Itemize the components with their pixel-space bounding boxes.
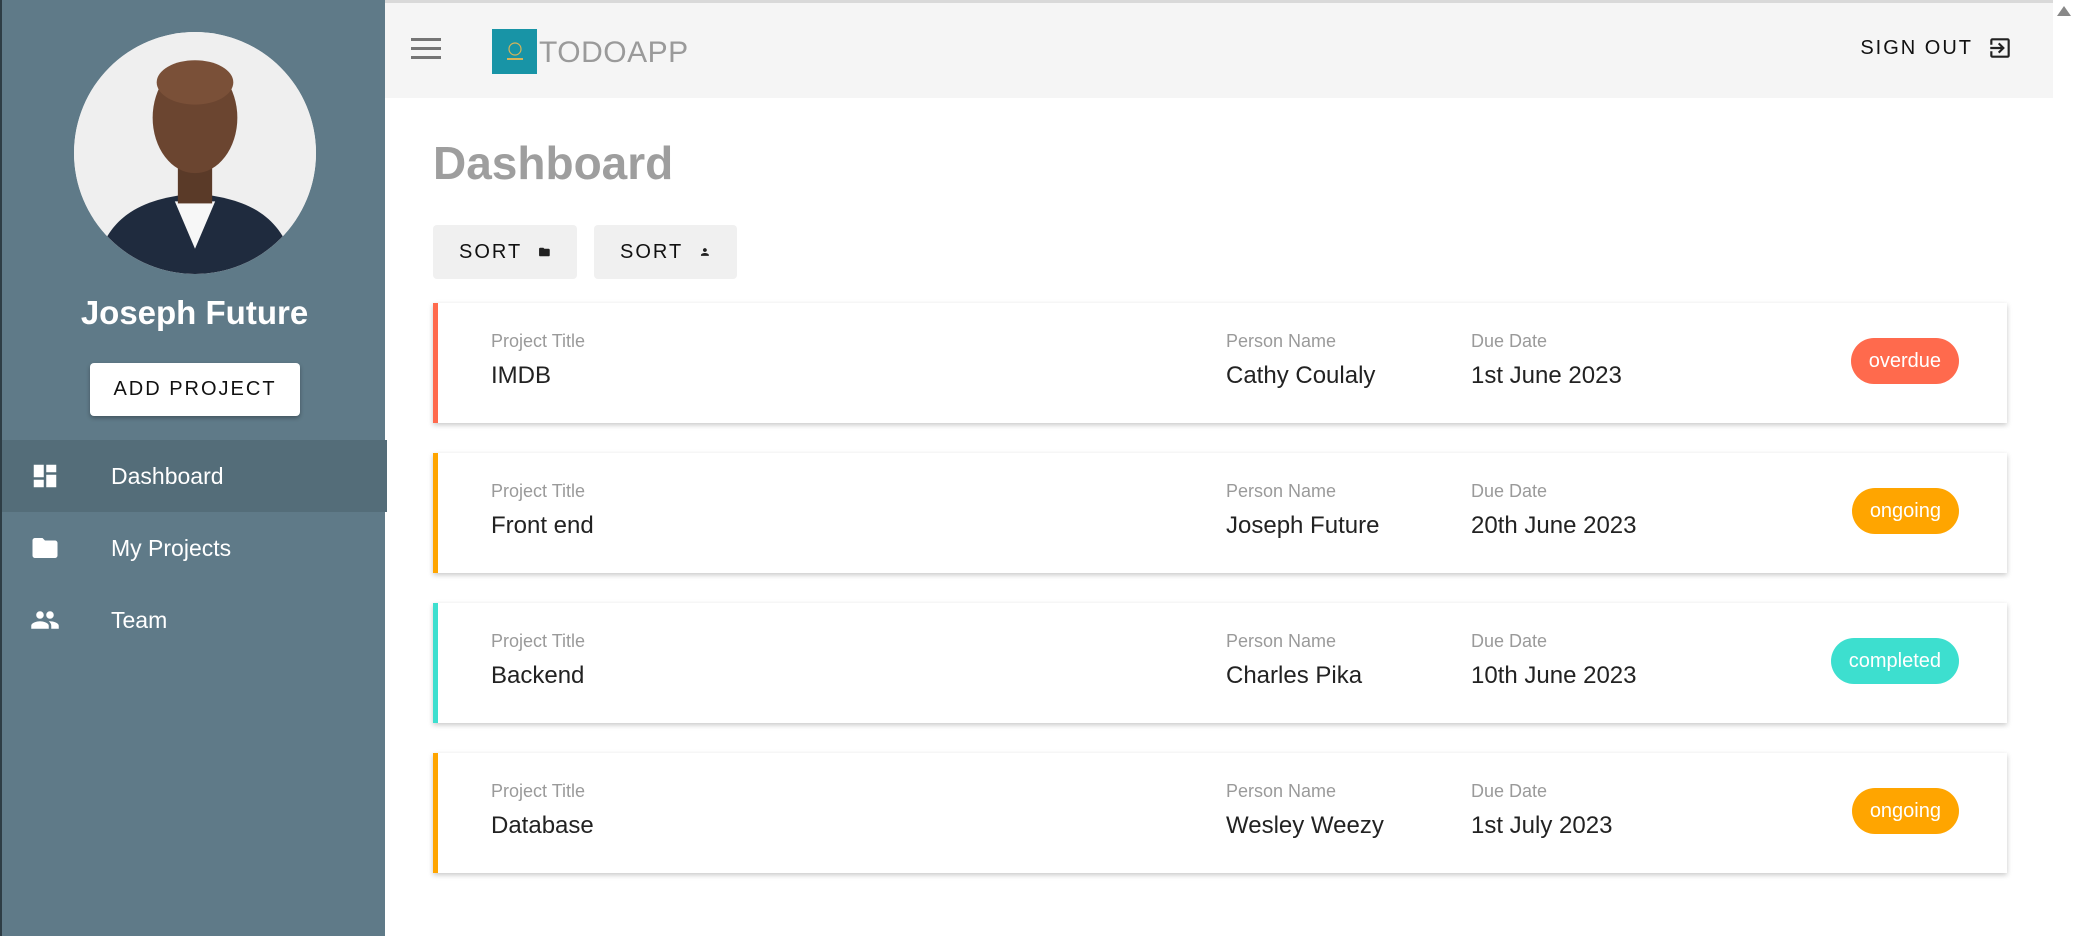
due-date-label: Due Date bbox=[1471, 331, 1548, 351]
user-name: Joseph Future bbox=[80, 294, 309, 331]
project-title-field: Project Title Database bbox=[491, 781, 594, 840]
due-date-field: Due Date 10th June 2023 bbox=[1471, 631, 1636, 690]
sign-out-button[interactable]: SIGN OUT bbox=[1860, 35, 2013, 61]
scroll-up-arrow-icon[interactable] bbox=[2057, 6, 2071, 16]
person-name: Wesley Weezy bbox=[1226, 812, 1384, 839]
sign-out-label: SIGN OUT bbox=[1860, 36, 1973, 59]
project-title: Backend bbox=[491, 662, 585, 689]
status-badge: ongoing bbox=[1851, 488, 1959, 534]
project-card[interactable]: Project Title Front end Person Name Jose… bbox=[433, 453, 2007, 573]
sidebar-item-label: Team bbox=[111, 606, 168, 633]
project-card[interactable]: Project Title Database Person Name Wesle… bbox=[433, 753, 2007, 873]
due-date-label: Due Date bbox=[1471, 481, 1548, 501]
sidebar-item-label: My Projects bbox=[111, 534, 232, 561]
due-date-field: Due Date 20th June 2023 bbox=[1471, 481, 1636, 540]
project-title: Front end bbox=[491, 512, 594, 539]
avatar-image bbox=[74, 32, 316, 274]
sort-label: SORT bbox=[459, 240, 523, 263]
due-date-field: Due Date 1st July 2023 bbox=[1471, 781, 1612, 840]
sort-by-project-button[interactable]: SORT bbox=[433, 225, 577, 279]
brand-name: TODOAPP bbox=[539, 36, 689, 69]
project-title-field: Project Title IMDB bbox=[491, 331, 585, 390]
app-logo bbox=[492, 29, 537, 74]
project-title-label: Project Title bbox=[491, 481, 586, 501]
sidebar-item-my-projects[interactable]: My Projects bbox=[2, 512, 387, 584]
add-project-button[interactable]: ADD PROJECT bbox=[90, 363, 300, 416]
project-title: IMDB bbox=[491, 362, 551, 389]
project-title-label: Project Title bbox=[491, 781, 586, 801]
people-icon bbox=[30, 605, 60, 635]
folder-icon bbox=[30, 533, 60, 563]
person-name-field: Person Name Joseph Future bbox=[1226, 481, 1379, 540]
sort-label: SORT bbox=[620, 240, 684, 263]
project-title-field: Project Title Front end bbox=[491, 481, 594, 540]
status-badge: ongoing bbox=[1851, 788, 1959, 834]
person-name: Joseph Future bbox=[1226, 512, 1380, 539]
sort-by-person-button[interactable]: SORT bbox=[594, 225, 737, 279]
dashboard-icon bbox=[30, 461, 60, 491]
due-date-field: Due Date 1st June 2023 bbox=[1471, 331, 1622, 390]
status-badge: completed bbox=[1830, 638, 1959, 684]
top-app-bar: TODOAPP SIGN OUT bbox=[385, 0, 2053, 98]
sidebar-item-label: Dashboard bbox=[111, 462, 224, 489]
due-date-label: Due Date bbox=[1471, 781, 1548, 801]
person-name-label: Person Name bbox=[1226, 631, 1337, 651]
project-card[interactable]: Project Title IMDB Person Name Cathy Cou… bbox=[433, 303, 2007, 423]
due-date-label: Due Date bbox=[1471, 631, 1548, 651]
logout-icon bbox=[1990, 38, 2010, 58]
sidebar-item-team[interactable]: Team bbox=[2, 584, 387, 656]
person-name-field: Person Name Cathy Coulaly bbox=[1226, 331, 1375, 390]
status-badge: overdue bbox=[1850, 338, 1959, 384]
person-name-field: Person Name Wesley Weezy bbox=[1226, 781, 1384, 840]
due-date: 1st July 2023 bbox=[1471, 812, 1613, 839]
due-date: 10th June 2023 bbox=[1471, 662, 1637, 689]
person-name: Cathy Coulaly bbox=[1226, 362, 1376, 389]
sidebar-nav: Dashboard My Projects Team bbox=[2, 440, 387, 656]
sidebar: Joseph Future ADD PROJECT Dashboard My P… bbox=[0, 0, 387, 936]
person-name: Charles Pika bbox=[1226, 662, 1363, 689]
project-title: Database bbox=[491, 812, 594, 839]
project-card[interactable]: Project Title Backend Person Name Charle… bbox=[433, 603, 2007, 723]
person-icon bbox=[701, 248, 710, 256]
due-date: 20th June 2023 bbox=[1471, 512, 1637, 539]
scrollbar[interactable] bbox=[2053, 0, 2074, 936]
due-date: 1st June 2023 bbox=[1471, 362, 1622, 389]
folder-icon bbox=[539, 247, 550, 257]
logo-icon bbox=[506, 41, 523, 60]
project-title-label: Project Title bbox=[491, 631, 586, 651]
avatar bbox=[74, 32, 316, 274]
person-name-label: Person Name bbox=[1226, 781, 1337, 801]
project-title-label: Project Title bbox=[491, 331, 586, 351]
project-list: Project Title IMDB Person Name Cathy Cou… bbox=[433, 303, 2007, 903]
person-name-field: Person Name Charles Pika bbox=[1226, 631, 1362, 690]
project-title-field: Project Title Backend bbox=[491, 631, 585, 690]
page-title: Dashboard bbox=[433, 137, 674, 189]
person-name-label: Person Name bbox=[1226, 481, 1337, 501]
menu-icon[interactable] bbox=[411, 37, 441, 61]
sidebar-item-dashboard[interactable]: Dashboard bbox=[2, 440, 387, 512]
person-name-label: Person Name bbox=[1226, 331, 1337, 351]
